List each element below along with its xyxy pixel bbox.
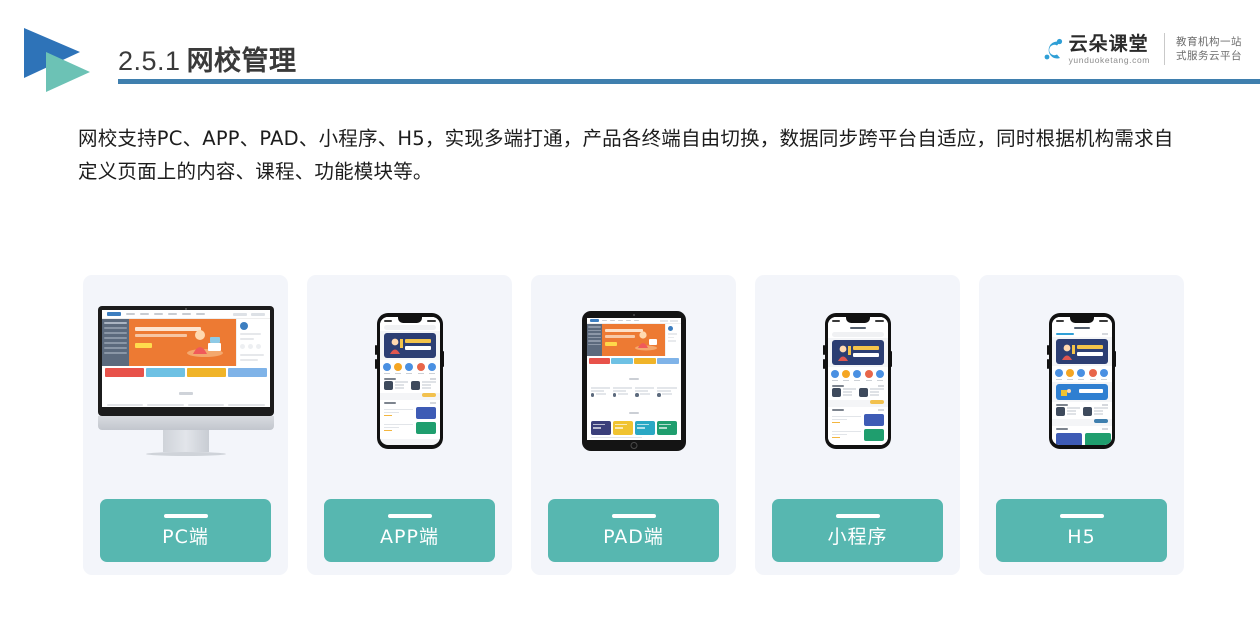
- double-arrow-logo-icon: [20, 26, 104, 94]
- phone-mockup: [1047, 313, 1116, 449]
- brand-tagline-line-1: 教育机构一站: [1176, 36, 1242, 48]
- cloud-icon: [1038, 34, 1068, 64]
- platform-card-miniprogram[interactable]: 小程序: [755, 275, 960, 575]
- phone-mockup: [375, 313, 444, 449]
- brand-lockup: 云朵课堂 yunduoketang.com 教育机构一站 式服务云平台: [1038, 28, 1242, 70]
- slide-header: 2.5.1 网校管理 云朵课堂 yunduoketang.com 教育机构一站 式…: [0, 0, 1260, 100]
- platform-label-text: 小程序: [827, 526, 888, 548]
- device-illustration-phone-app: [307, 275, 512, 487]
- brand-tagline: 教育机构一站 式服务云平台: [1176, 35, 1242, 63]
- phone-mockup: [823, 313, 892, 449]
- platform-label-h5[interactable]: H5: [996, 499, 1167, 562]
- label-dash: [1059, 514, 1104, 518]
- body-paragraph: 网校支持PC、APP、PAD、小程序、H5，实现多端打通，产品各终端自由切换，数…: [78, 127, 1174, 183]
- device-illustration-tablet: [531, 275, 736, 487]
- section-title: 网校管理: [186, 46, 297, 76]
- device-illustration-phone-miniprogram: [755, 275, 960, 487]
- platform-label-pc[interactable]: PC端: [100, 499, 271, 562]
- title-underline-rule: [118, 79, 1260, 84]
- home-button-icon: [630, 442, 637, 449]
- platform-label-pad[interactable]: PAD端: [548, 499, 719, 562]
- platform-card-pc[interactable]: PC端: [83, 275, 288, 575]
- device-illustration-desktop: [83, 275, 288, 487]
- brand-divider: [1164, 33, 1165, 65]
- platform-label-app[interactable]: APP端: [324, 499, 495, 562]
- platform-label-text: APP端: [380, 526, 439, 548]
- imac-mockup: [97, 306, 274, 456]
- label-dash: [387, 514, 432, 518]
- platform-label-text: H5: [1067, 526, 1096, 548]
- brand-tagline-line-2: 式服务云平台: [1176, 50, 1242, 62]
- device-illustration-phone-h5: [979, 275, 1184, 487]
- platform-label-text: PC端: [162, 526, 209, 548]
- platform-label-miniprogram[interactable]: 小程序: [772, 499, 943, 562]
- platform-card-pad[interactable]: PAD端: [531, 275, 736, 575]
- label-dash: [163, 514, 208, 518]
- page-title: 2.5.1 网校管理: [118, 44, 297, 78]
- platform-card-row: PC端 APP端 PAD端 小程序 H5: [83, 275, 1189, 575]
- section-number: 2.5.1: [118, 46, 181, 76]
- brand-logo: 云朵课堂 yunduoketang.com: [1038, 34, 1164, 64]
- label-dash: [611, 514, 656, 518]
- brand-name-en: yunduoketang.com: [1068, 54, 1150, 65]
- brand-words: 云朵课堂 yunduoketang.com: [1068, 32, 1150, 65]
- label-dash: [835, 514, 880, 518]
- platform-card-app[interactable]: APP端: [307, 275, 512, 575]
- platform-card-h5[interactable]: H5: [979, 275, 1184, 575]
- platform-label-text: PAD端: [603, 526, 664, 548]
- ipad-mockup: [581, 311, 686, 451]
- brand-name-cn: 云朵课堂: [1068, 32, 1149, 55]
